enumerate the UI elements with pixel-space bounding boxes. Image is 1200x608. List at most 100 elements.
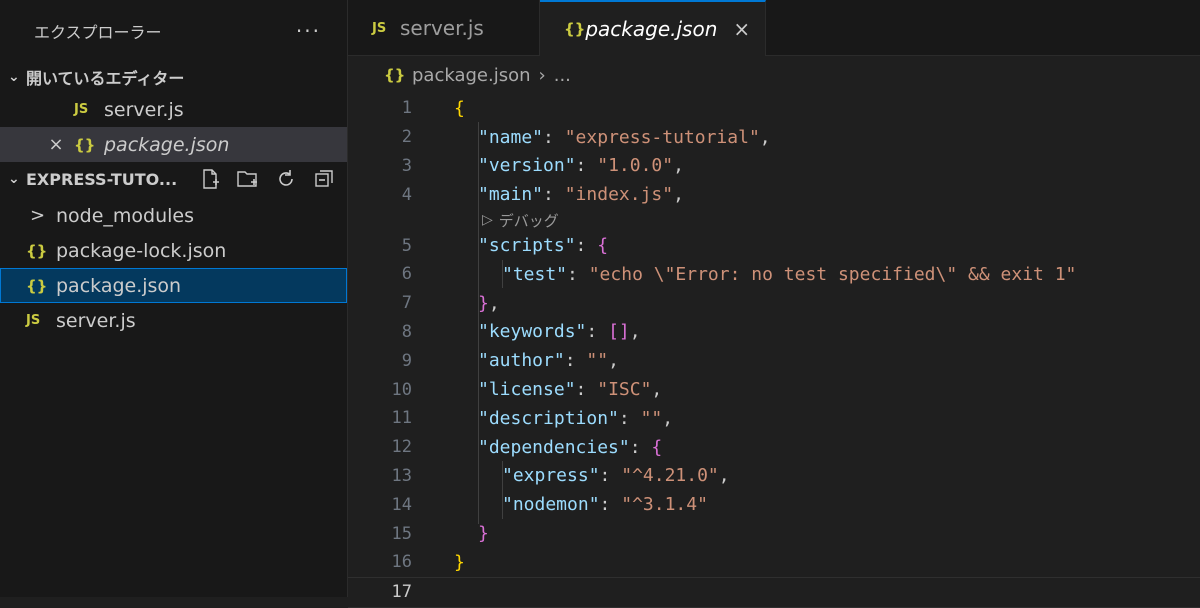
- chevron-down-icon: ⌄: [8, 69, 20, 85]
- project-folder-header[interactable]: ⌄ EXPRESS-TUTO...: [0, 164, 347, 194]
- line-number: 9: [401, 350, 412, 371]
- code-line: 1 {: [348, 94, 1200, 123]
- tree-item-label: node_modules: [56, 204, 195, 227]
- json-value: "ISC": [597, 379, 652, 401]
- new-file-icon[interactable]: [197, 166, 223, 192]
- code-line: 3 "version": "1.0.0",: [348, 152, 1200, 181]
- tree-item-package-lock-json[interactable]: {} package-lock.json: [0, 233, 347, 268]
- json-key: "keywords": [478, 321, 587, 343]
- code-line: 4 "main": "index.js",: [348, 180, 1200, 209]
- code-text: "author": "",: [478, 350, 619, 372]
- json-value: "^4.21.0": [621, 465, 719, 487]
- json-key: "scripts": [478, 235, 576, 257]
- code-editor[interactable]: 1 { 2 "name": "express-tutorial", 3 "ver…: [348, 94, 1200, 608]
- codelens-debug[interactable]: ▷ デバッグ: [348, 209, 1200, 231]
- close-icon[interactable]: ×: [733, 17, 750, 41]
- line-number: 3: [401, 155, 412, 176]
- line-number: 14: [391, 494, 412, 515]
- code-text: "dependencies": {: [478, 436, 663, 458]
- code-text: "version": "1.0.0",: [478, 155, 684, 177]
- code-text: }: [478, 523, 489, 545]
- breadcrumb-file[interactable]: package.json: [412, 65, 531, 86]
- json-key: "description": [478, 407, 619, 429]
- collapse-all-icon[interactable]: [311, 166, 337, 192]
- line-number: 10: [391, 379, 412, 400]
- code-line: 10 "license": "ISC",: [348, 375, 1200, 404]
- chevron-right-icon: >: [30, 205, 46, 226]
- code-line: 13 "express": "^4.21.0",: [348, 462, 1200, 491]
- line-number: 2: [401, 127, 412, 148]
- json-file-icon: {}: [384, 66, 406, 84]
- code-text: "nodemon": "^3.1.4": [502, 494, 708, 516]
- tree-item-server-js[interactable]: JS server.js: [0, 303, 347, 338]
- tab-bar: JS server.js {} package.json ×: [348, 0, 1200, 56]
- json-bracket: }: [478, 292, 489, 314]
- json-file-icon: {}: [74, 135, 96, 154]
- explorer-title-bar: エクスプローラー ···: [0, 0, 347, 62]
- code-line: 12 "dependencies": {: [348, 433, 1200, 462]
- project-actions: [197, 164, 337, 194]
- code-text: {: [454, 97, 465, 119]
- code-text: "express": "^4.21.0",: [502, 465, 730, 487]
- js-file-icon: JS: [74, 102, 89, 117]
- open-editors-header[interactable]: ⌄ 開いているエディター: [0, 62, 347, 92]
- close-icon[interactable]: ×: [44, 134, 68, 155]
- json-key: "license": [478, 379, 576, 401]
- json-value: "express-tutorial": [564, 126, 760, 148]
- line-number: 12: [391, 437, 412, 458]
- code-text: "test": "echo \"Error: no test specified…: [502, 263, 1077, 285]
- codelens-label: デバッグ: [498, 211, 559, 230]
- tab-label: server.js: [400, 16, 484, 40]
- code-line: 8 "keywords": [],: [348, 318, 1200, 347]
- json-file-icon: {}: [26, 276, 48, 295]
- ellipsis-icon[interactable]: ···: [296, 19, 321, 43]
- line-number: 7: [401, 293, 412, 314]
- code-text: "main": "index.js",: [478, 184, 684, 206]
- json-file-icon: {}: [564, 20, 586, 38]
- code-text: }: [454, 551, 465, 573]
- open-editor-server-js[interactable]: JS server.js: [0, 92, 347, 127]
- json-bracket: {: [651, 436, 663, 458]
- json-key: "author": [478, 350, 565, 372]
- breadcrumb: {} package.json › ...: [348, 56, 1200, 94]
- json-file-icon: {}: [26, 241, 48, 260]
- open-editor-label: server.js: [104, 98, 184, 121]
- open-editor-package-json[interactable]: × {} package.json: [0, 127, 347, 162]
- js-file-icon: JS: [372, 20, 387, 36]
- code-line: 15 }: [348, 519, 1200, 548]
- line-number: 1: [401, 98, 412, 119]
- breadcrumb-separator: ›: [538, 64, 546, 86]
- line-number: 17: [391, 582, 412, 603]
- breadcrumb-more[interactable]: ...: [554, 65, 571, 86]
- json-bracket: {: [597, 235, 609, 257]
- code-line: 11 "description": "",: [348, 404, 1200, 433]
- new-folder-icon[interactable]: [235, 166, 261, 192]
- json-key: "nodemon": [502, 494, 600, 516]
- tab-server-js[interactable]: JS server.js: [348, 0, 540, 56]
- json-key: "dependencies": [478, 436, 630, 458]
- line-number: 4: [401, 184, 412, 205]
- code-text: "description": "",: [478, 407, 674, 429]
- code-line: 2 "name": "express-tutorial",: [348, 123, 1200, 152]
- json-value: []: [608, 321, 630, 343]
- line-number: 11: [391, 408, 412, 429]
- explorer-title: エクスプローラー: [34, 23, 162, 42]
- play-icon: ▷: [482, 212, 493, 229]
- line-number: 5: [401, 235, 412, 256]
- chevron-down-icon: ⌄: [8, 171, 20, 187]
- tree-item-label: server.js: [56, 309, 136, 332]
- tree-item-package-json[interactable]: {} package.json: [0, 268, 347, 303]
- editor-area: JS server.js {} package.json × {} packag…: [348, 0, 1200, 608]
- tree-item-node-modules[interactable]: > node_modules: [0, 198, 347, 233]
- code-text: "name": "express-tutorial",: [478, 126, 771, 148]
- refresh-icon[interactable]: [273, 166, 299, 192]
- json-value: "index.js": [564, 184, 674, 206]
- code-line: 14 "nodemon": "^3.1.4": [348, 490, 1200, 519]
- tree-item-label: package-lock.json: [56, 239, 227, 262]
- line-number: 16: [391, 552, 412, 573]
- line-number: 15: [391, 523, 412, 544]
- tab-label: package.json: [585, 17, 718, 41]
- json-value: "^3.1.4": [621, 494, 708, 516]
- tab-package-json[interactable]: {} package.json ×: [540, 0, 766, 56]
- code-text: "scripts": {: [478, 235, 609, 257]
